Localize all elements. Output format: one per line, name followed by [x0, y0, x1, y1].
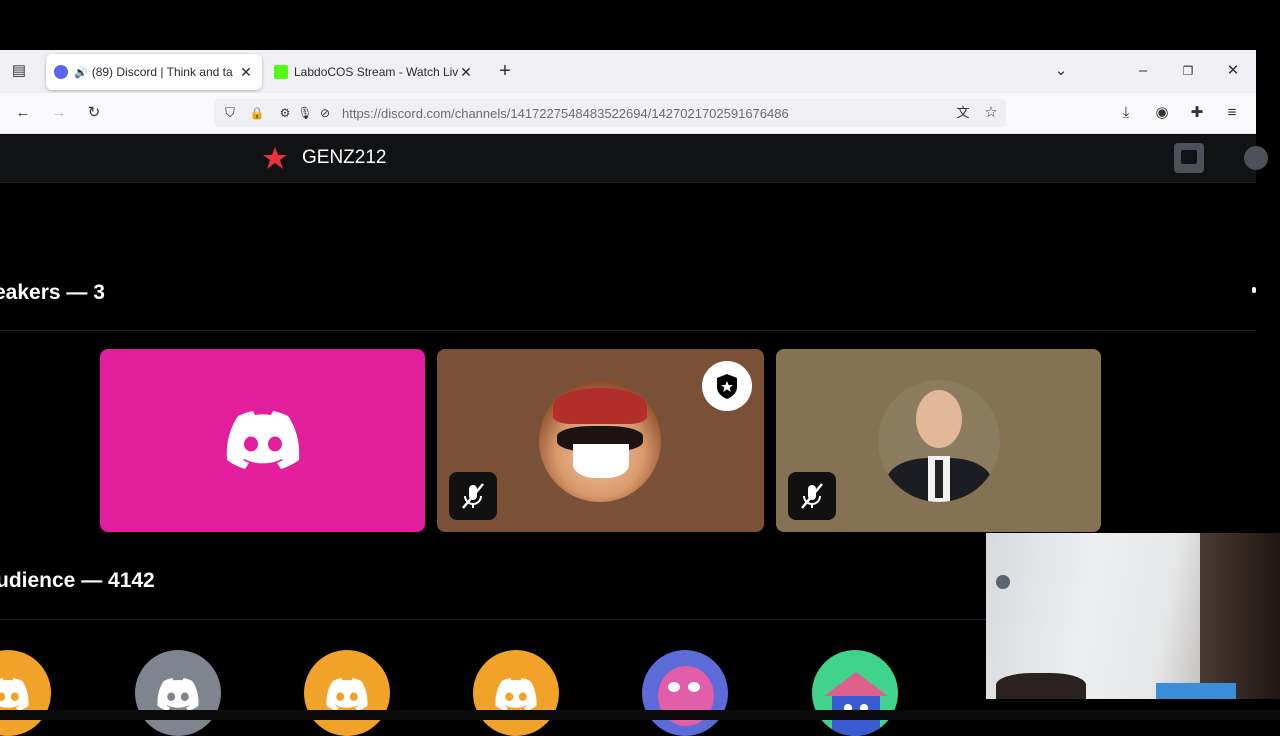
divider	[0, 330, 1256, 331]
download-icon[interactable]: ⤓	[1115, 103, 1137, 123]
faceless-man-avatar	[878, 380, 1000, 502]
bookmark-star-icon[interactable]: ☆	[980, 103, 1002, 123]
muted-mic-icon	[788, 472, 836, 520]
address-bar[interactable]: ⛉ 🔒 ⚙ 🎙 ⊘ https://discord.com/channels/1…	[214, 99, 1006, 127]
account-icon[interactable]: ◉	[1151, 103, 1173, 123]
mic-off-icon[interactable]: 🎙	[294, 103, 316, 123]
close-window-icon[interactable]: ✕	[1222, 61, 1244, 81]
discord-favicon-icon	[54, 65, 68, 79]
browser-nav-bar: ← → ↻ ⛉ 🔒 ⚙ 🎙 ⊘ https://discord.com/chan…	[0, 93, 1256, 134]
back-icon[interactable]: ←	[12, 103, 34, 123]
camera-off-icon[interactable]: ⊘	[314, 103, 336, 123]
speaker-tile[interactable]	[100, 349, 425, 532]
shield-icon[interactable]: ⛉	[219, 103, 241, 123]
server-name: GENZ212	[302, 147, 387, 168]
tab-list-icon[interactable]: ▤	[8, 61, 30, 81]
webcam-overlay	[986, 533, 1280, 699]
ceiling-light	[996, 575, 1010, 589]
forward-icon[interactable]: →	[48, 103, 70, 123]
url-text[interactable]: https://discord.com/channels/14172275484…	[342, 106, 789, 121]
divider	[0, 619, 986, 620]
server-star-icon	[263, 147, 287, 169]
permissions-icon[interactable]: ⚙	[274, 103, 296, 123]
lock-icon[interactable]: 🔒	[246, 103, 268, 123]
inbox-icon[interactable]	[1174, 143, 1204, 173]
object	[1156, 683, 1236, 699]
extensions-icon[interactable]: ✚	[1186, 103, 1208, 123]
person-head	[996, 673, 1086, 699]
scroll-indicator	[1252, 287, 1256, 293]
translate-icon[interactable]: 文	[952, 103, 974, 123]
audience-heading: udience — 4142	[0, 569, 155, 592]
speakers-heading: eakers — 3	[0, 281, 105, 304]
menu-icon[interactable]: ≡	[1221, 103, 1243, 123]
taskbar-edge	[0, 710, 1280, 720]
audience-avatar[interactable]	[0, 650, 51, 736]
muted-mic-icon	[449, 472, 497, 520]
audience-avatar[interactable]	[473, 650, 559, 736]
audience-avatar[interactable]	[135, 650, 221, 736]
restore-icon[interactable]: ❐	[1177, 61, 1199, 81]
audience-avatar[interactable]	[642, 650, 728, 736]
close-tab-icon[interactable]: ✕	[458, 64, 474, 81]
tab-title: LabdoCOS Stream - Watch Live	[294, 65, 458, 79]
tab-title: (89) Discord | Think and ta	[91, 65, 233, 79]
speaker-icon: 🔊	[74, 66, 88, 79]
speaker-tile[interactable]	[437, 349, 764, 532]
tab-labdocos[interactable]: LabdoCOS Stream - Watch Live ✕	[266, 54, 482, 90]
browser-tab-bar: ▤ 🔊 (89) Discord | Think and ta ✕ LabdoC…	[0, 50, 1256, 93]
stage-header	[0, 134, 1256, 183]
chevron-down-icon[interactable]: ⌄	[1050, 61, 1072, 81]
audience-avatar[interactable]	[304, 650, 390, 736]
tab-discord[interactable]: 🔊 (89) Discord | Think and ta ✕	[46, 54, 262, 90]
moderator-shield-icon	[702, 361, 752, 411]
kick-favicon-icon	[274, 65, 288, 79]
discord-logo-icon	[226, 411, 300, 469]
avatar[interactable]	[1244, 146, 1268, 170]
close-tab-icon[interactable]: ✕	[238, 64, 254, 81]
reload-icon[interactable]: ↻	[83, 103, 105, 123]
curtain	[1200, 533, 1280, 699]
new-tab-icon[interactable]: +	[494, 61, 516, 81]
laughing-pirate-avatar	[539, 380, 661, 502]
audience-avatar[interactable]	[812, 650, 898, 736]
minimize-icon[interactable]: –	[1132, 61, 1154, 81]
speaker-tile[interactable]	[776, 349, 1101, 532]
